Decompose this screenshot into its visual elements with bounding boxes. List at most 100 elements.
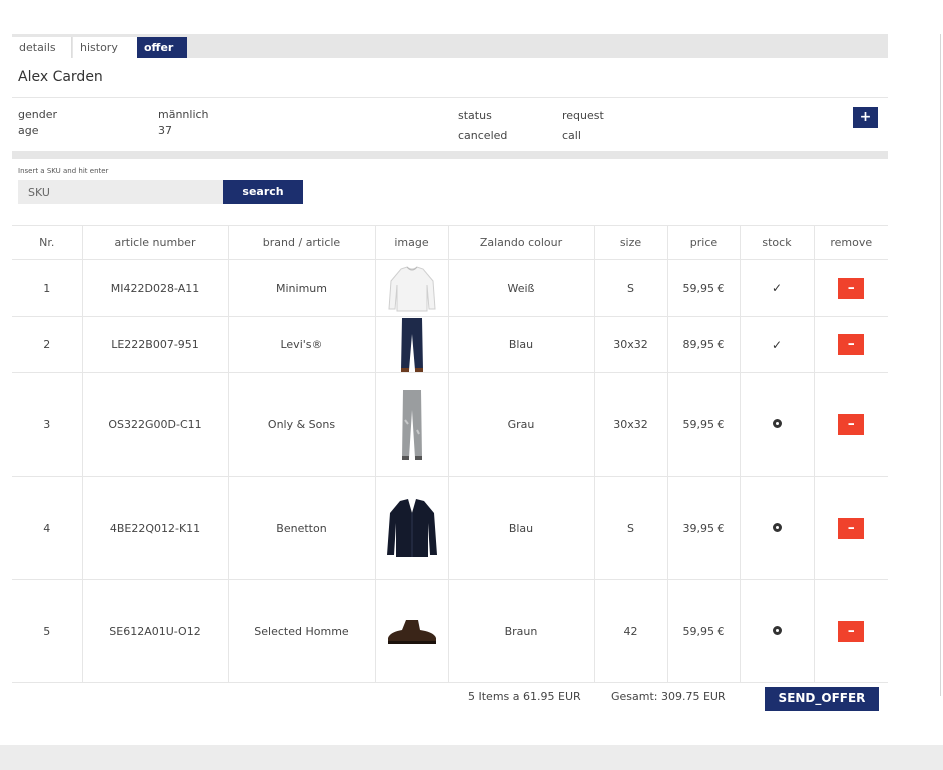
- brand-cell: Selected Homme: [228, 579, 376, 683]
- brand-cell: Levi's®: [228, 316, 376, 373]
- search-button[interactable]: search: [223, 180, 303, 204]
- col-colour: Zalando colour: [448, 225, 595, 260]
- remove-cell: –: [814, 476, 888, 580]
- colour-cell: Weiß: [448, 259, 595, 317]
- offer-panel: details history offer Alex Carden gender…: [12, 34, 888, 718]
- row-nr: 3: [12, 372, 83, 477]
- stock-unknown-icon: [772, 522, 782, 532]
- gender-value: männlich: [158, 108, 209, 121]
- price-cell: 59,95 €: [667, 259, 741, 317]
- col-image: image: [375, 225, 449, 260]
- cardigan-navy-image: [386, 499, 437, 557]
- row-nr: 2: [12, 316, 83, 373]
- items-summary: 5 Items a 61.95 EUR: [468, 690, 581, 703]
- price-cell: 89,95 €: [667, 316, 741, 373]
- age-label: age: [18, 124, 39, 137]
- table-row: 4 4BE22Q012-K11 Benetton Blau S 39,95 € …: [12, 476, 888, 580]
- colour-cell: Braun: [448, 579, 595, 683]
- col-nr: Nr.: [12, 225, 83, 260]
- remove-button[interactable]: –: [838, 517, 865, 539]
- brand-cell: Minimum: [228, 259, 376, 317]
- status-value: request: [562, 109, 604, 122]
- row-nr: 1: [12, 259, 83, 317]
- size-cell: 30x32: [594, 316, 668, 373]
- size-cell: S: [594, 259, 668, 317]
- stock-cell: ✓: [740, 259, 815, 317]
- size-cell: 30x32: [594, 372, 668, 477]
- col-remove: remove: [814, 225, 888, 260]
- brand-cell: Benetton: [228, 476, 376, 580]
- colour-cell: Grau: [448, 372, 595, 477]
- size-cell: S: [594, 476, 668, 580]
- stock-cell: ✓: [740, 316, 815, 373]
- row-nr: 4: [12, 476, 83, 580]
- col-article-number: article number: [82, 225, 229, 260]
- product-image: [375, 579, 449, 683]
- colour-cell: Blau: [448, 476, 595, 580]
- table-row: 3 OS322G00D-C11 Only & Sons Grau 30x32 5…: [12, 372, 888, 477]
- gender-label: gender: [18, 108, 57, 121]
- canceled-value: call: [562, 129, 581, 142]
- remove-button[interactable]: –: [838, 277, 865, 299]
- article-number-link[interactable]: LE222B007-951: [82, 316, 229, 373]
- add-button[interactable]: +: [853, 107, 878, 128]
- remove-button[interactable]: –: [838, 414, 865, 435]
- product-image: [375, 259, 449, 317]
- remove-cell: –: [814, 259, 888, 317]
- remove-cell: –: [814, 579, 888, 683]
- stock-unknown-icon: [772, 625, 782, 635]
- stock-cell: [740, 579, 815, 683]
- divider-band: [12, 151, 888, 159]
- check-icon: ✓: [771, 337, 783, 352]
- send-offer-button[interactable]: SEND_OFFER: [765, 687, 879, 711]
- age-value: 37: [158, 124, 172, 137]
- stock-unknown-icon: [772, 419, 782, 428]
- bottom-bar: [0, 745, 943, 770]
- size-cell: 42: [594, 579, 668, 683]
- article-number-link[interactable]: 4BE22Q012-K11: [82, 476, 229, 580]
- tab-bar: details history offer: [12, 34, 888, 58]
- product-image: [375, 372, 449, 477]
- article-number-link[interactable]: OS322G00D-C11: [82, 372, 229, 477]
- col-size: size: [594, 225, 668, 260]
- tab-history[interactable]: history: [73, 37, 137, 58]
- article-number-link[interactable]: SE612A01U-O12: [82, 579, 229, 683]
- product-image: [375, 476, 449, 580]
- canceled-label: canceled: [458, 129, 508, 142]
- table-row: 2 LE222B007-951 Levi's® Blau 30x32 89,95…: [12, 316, 888, 373]
- col-stock: stock: [740, 225, 815, 260]
- remove-button[interactable]: –: [838, 334, 865, 355]
- product-image: [375, 316, 449, 373]
- check-icon: ✓: [771, 281, 783, 295]
- boot-brown-image: [387, 620, 436, 644]
- colour-cell: Blau: [448, 316, 595, 373]
- tab-offer[interactable]: offer: [137, 37, 187, 58]
- tab-details[interactable]: details: [12, 37, 72, 58]
- stock-cell: [740, 372, 815, 477]
- row-nr: 5: [12, 579, 83, 683]
- divider: [12, 97, 888, 98]
- sku-input[interactable]: [18, 180, 223, 204]
- jeans-dark-image: [400, 317, 423, 372]
- jeans-grey-image: [401, 389, 422, 460]
- stock-cell: [740, 476, 815, 580]
- table-row: 5 SE612A01U-O12 Selected Homme Braun 42 …: [12, 579, 888, 683]
- remove-cell: –: [814, 316, 888, 373]
- remove-button[interactable]: –: [838, 620, 865, 642]
- price-cell: 39,95 €: [667, 476, 741, 580]
- sku-hint: Insert a SKU and hit enter: [18, 167, 109, 175]
- col-brand: brand / article: [228, 225, 376, 260]
- status-label: status: [458, 109, 492, 122]
- scroll-divider: [940, 34, 941, 696]
- total-amount: Gesamt: 309.75 EUR: [611, 690, 726, 703]
- remove-cell: –: [814, 372, 888, 477]
- col-price: price: [667, 225, 741, 260]
- price-cell: 59,95 €: [667, 372, 741, 477]
- table-header-row: Nr. article number brand / article image…: [12, 225, 888, 260]
- offer-table: Nr. article number brand / article image…: [12, 225, 888, 683]
- article-number-link[interactable]: MI422D028-A11: [82, 259, 229, 317]
- price-cell: 59,95 €: [667, 579, 741, 683]
- table-row: 1 MI422D028-A11 Minimum Weiß S 59,95 € ✓…: [12, 259, 888, 317]
- sweater-white-image: [387, 266, 436, 312]
- customer-name: Alex Carden: [18, 69, 103, 85]
